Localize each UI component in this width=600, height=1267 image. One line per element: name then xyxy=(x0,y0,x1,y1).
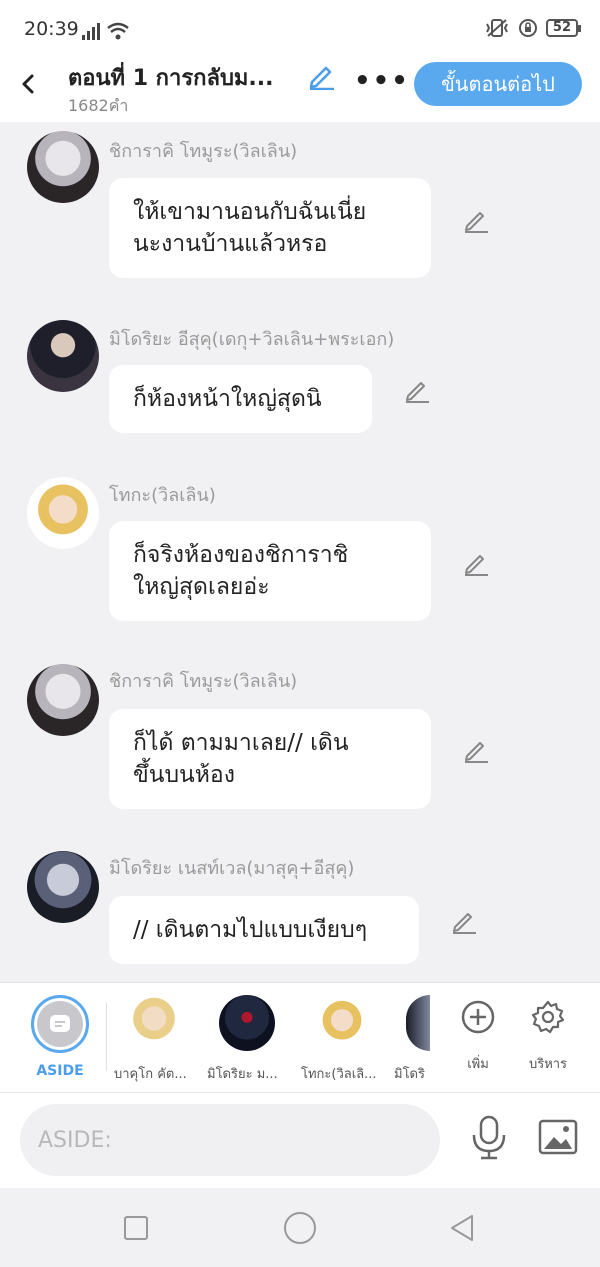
avatar[interactable] xyxy=(27,664,99,736)
status-time: 20:39 xyxy=(24,18,79,40)
avatar[interactable] xyxy=(27,477,99,549)
character-label: มิโดริยะ ม... xyxy=(207,1067,278,1082)
add-character-label[interactable]: เพิ่ม xyxy=(448,1053,508,1074)
aside-button[interactable] xyxy=(31,995,89,1053)
speaker-name: ชิการาคิ โทมูระ(วิลเลิน) xyxy=(109,141,298,162)
speaker-name: โทกะ(วิลเลิน) xyxy=(109,485,216,506)
chapter-header: ตอนที่ 1 การกลับม... 1682คำ ••• ขั้นตอนต… xyxy=(0,60,600,122)
character-avatar[interactable] xyxy=(126,995,182,1051)
vibrate-icon xyxy=(486,19,508,37)
status-bar: 20:39 52 xyxy=(0,0,600,60)
chapter-title[interactable]: ตอนที่ 1 การกลับม... xyxy=(68,60,274,95)
message-line: ก็ได้ ตามมาเลย// เดิน xyxy=(133,730,349,756)
character-avatar[interactable] xyxy=(406,995,430,1051)
aside-chat-icon xyxy=(50,1015,70,1032)
message-line: ก็ห้องหน้าใหญ่สุดนิ xyxy=(133,386,322,412)
character-bar: ASIDE บาคุโก คัต... มิโดริยะ ม... โทกะ(ว… xyxy=(0,982,600,1092)
message-line: นะงานบ้านแล้วหรอ xyxy=(133,231,328,257)
message-bubble[interactable]: ให้เขามานอนกับฉันเนี่ย นะงานบ้านแล้วหรอ xyxy=(109,178,431,278)
more-dots-icon[interactable]: ••• xyxy=(354,66,410,96)
system-nav-bar xyxy=(0,1188,600,1267)
word-count: 1682คำ xyxy=(68,96,129,115)
character-label: บาคุโก คัต... xyxy=(114,1067,187,1082)
character-label: มิโดริ xyxy=(394,1067,425,1082)
gear-icon[interactable] xyxy=(530,999,566,1035)
plus-circle-icon[interactable] xyxy=(460,999,496,1035)
message-line: ขึ้นบนห้อง xyxy=(133,762,235,788)
message-bubble[interactable]: ก็ห้องหน้าใหญ่สุดนิ xyxy=(109,365,372,433)
message-line: ก็จริงห้องของชิการาชิ xyxy=(133,542,349,568)
pencil-icon[interactable] xyxy=(306,60,336,90)
speaker-name: มิโดริยะ เนสท์เวล(มาสุคุ+อีสุคุ) xyxy=(109,858,355,879)
status-right: 52 xyxy=(484,18,582,38)
signal-wifi-icon xyxy=(82,22,129,40)
rotation-lock-icon xyxy=(518,19,537,37)
battery-indicator: 52 xyxy=(545,19,582,37)
recent-apps-button[interactable] xyxy=(124,1216,148,1240)
pencil-icon[interactable] xyxy=(403,376,431,404)
pencil-icon[interactable] xyxy=(450,907,478,935)
avatar[interactable] xyxy=(27,320,99,392)
speaker-name: ชิการาคิ โทมูระ(วิลเลิน) xyxy=(109,671,298,692)
next-step-button[interactable]: ขั้นตอนต่อไป xyxy=(414,62,582,106)
avatar[interactable] xyxy=(27,851,99,923)
manage-label[interactable]: บริหาร xyxy=(518,1053,578,1074)
message-input[interactable] xyxy=(20,1104,440,1176)
input-bar xyxy=(0,1092,600,1188)
avatar[interactable] xyxy=(27,131,99,203)
home-button[interactable] xyxy=(284,1212,316,1244)
message-bubble[interactable]: ก็จริงห้องของชิการาชิ ใหญ่สุดเลยอ่ะ xyxy=(109,521,431,621)
back-arrow-icon[interactable] xyxy=(14,70,42,98)
speaker-name: มิโดริยะ อีสุคุ(เดกุ+วิลเลิน+พระเอก) xyxy=(109,329,395,350)
character-avatar[interactable] xyxy=(314,995,370,1051)
message-line: // เดินตามไปแบบเงียบๆ xyxy=(133,917,368,943)
pencil-icon[interactable] xyxy=(462,549,490,577)
message-line: ใหญ่สุดเลยอ่ะ xyxy=(133,574,270,600)
image-icon[interactable] xyxy=(538,1119,578,1155)
pencil-icon[interactable] xyxy=(462,736,490,764)
nav-back-icon[interactable] xyxy=(448,1212,476,1244)
message-bubble[interactable]: ก็ได้ ตามมาเลย// เดิน ขึ้นบนห้อง xyxy=(109,709,431,809)
aside-label: ASIDE xyxy=(36,1063,84,1079)
microphone-icon[interactable] xyxy=(470,1115,508,1161)
message-bubble[interactable]: // เดินตามไปแบบเงียบๆ xyxy=(109,896,419,964)
character-label: โทกะ(วิลเลิ... xyxy=(301,1067,377,1082)
chat-area: ชิการาคิ โทมูระ(วิลเลิน) ให้เขามานอนกับฉ… xyxy=(0,122,600,982)
pencil-icon[interactable] xyxy=(462,206,490,234)
divider xyxy=(106,1003,107,1071)
character-avatar[interactable] xyxy=(219,995,275,1051)
message-line: ให้เขามานอนกับฉันเนี่ย xyxy=(133,199,367,225)
